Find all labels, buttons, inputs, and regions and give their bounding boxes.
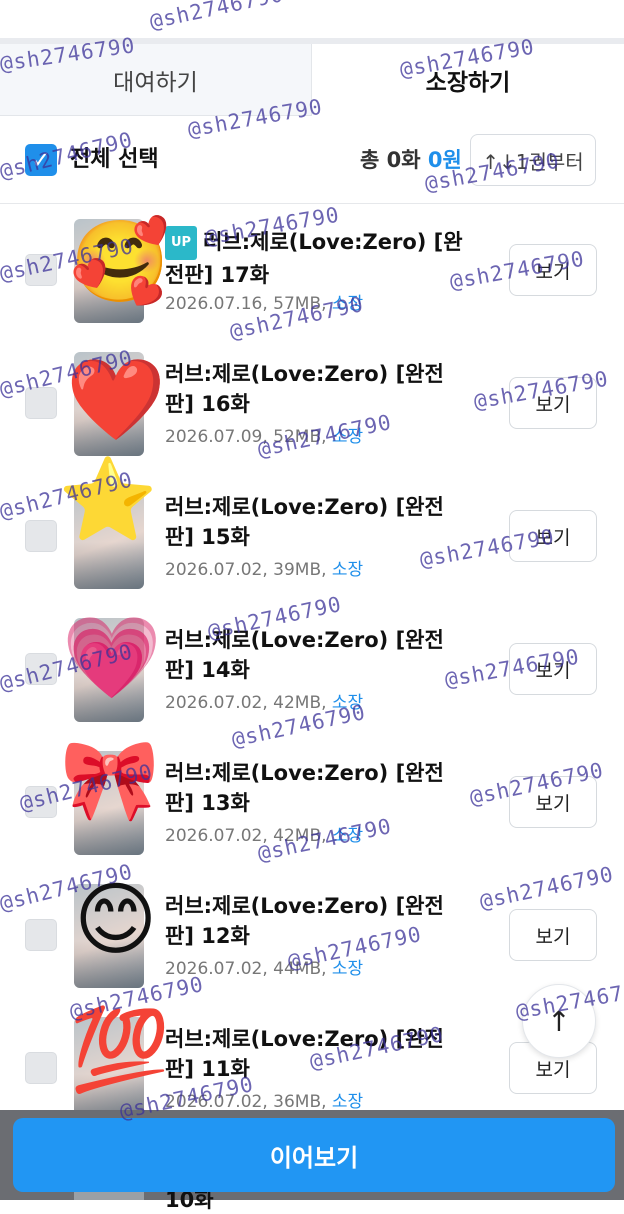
episode-meta: 2026.07.02, 42MB, 소장 — [165, 824, 363, 848]
episode-status: 소장 — [331, 959, 364, 979]
episode-title[interactable]: 러브:제로(Love:Zero) [완전판] 14화 — [165, 625, 465, 685]
tab-bar: 대여하기 소장하기 — [0, 44, 624, 116]
episode-title-text: 러브:제로(Love:Zero) [완전판] 16화 — [165, 362, 444, 416]
view-button[interactable]: 보기 — [509, 909, 597, 961]
episode-checkbox[interactable] — [25, 786, 57, 818]
episode-checkbox[interactable] — [25, 653, 57, 685]
episode-title[interactable]: UP 러브:제로(Love:Zero) [완전판] 17화 — [165, 226, 465, 290]
episode-title-text: 러브:제로(Love:Zero) [완전판] 11화 — [165, 1027, 444, 1081]
top-strip — [0, 0, 624, 40]
episode-title[interactable]: 러브:제로(Love:Zero) [완전판] 13화 — [165, 758, 465, 818]
episode-title-text: 러브:제로(Love:Zero) [완전판] 12화 — [165, 894, 444, 948]
episode-status: 소장 — [331, 560, 364, 580]
episode-date-size: 2026.07.02, 39MB, — [165, 560, 332, 580]
total-summary: 총 0화 0원 — [360, 144, 462, 176]
arrow-up-icon: ↑ — [547, 1004, 571, 1038]
episode-meta: 2026.07.02, 42MB, 소장 — [165, 691, 363, 715]
episode-date-size: 2026.07.02, 42MB, — [165, 693, 332, 713]
total-count: 총 0화 — [360, 148, 421, 172]
episode-title-text: 러브:제로(Love:Zero) [완전판] 15화 — [165, 495, 444, 549]
view-button[interactable]: 보기 — [509, 643, 597, 695]
total-amount: 0원 — [427, 148, 462, 172]
sticker-emoji-icon: 💯 — [70, 1003, 170, 1096]
episode-meta: 2026.07.02, 39MB, 소장 — [165, 558, 363, 582]
episode-checkbox[interactable] — [25, 387, 57, 419]
episode-date-size: 2026.07.02, 36MB, — [165, 1092, 332, 1112]
sticker-emoji-icon: ❤️ — [66, 353, 166, 446]
view-button[interactable]: 보기 — [509, 377, 597, 429]
episode-checkbox[interactable] — [25, 254, 57, 286]
view-button[interactable]: 보기 — [509, 510, 597, 562]
sticker-emoji-icon: 🥰 — [70, 215, 170, 308]
episode-title[interactable]: 러브:제로(Love:Zero) [완전판] 15화 — [165, 492, 465, 552]
select-bar: ✓ 전체 선택 총 0화 0원 ↑↓1권부터 — [0, 130, 624, 190]
sticker-emoji-icon: 💗 — [62, 611, 162, 704]
episode-title[interactable]: 러브:제로(Love:Zero) [완전판] 12화 — [165, 891, 465, 951]
episode-meta: 2026.07.16, 57MB, 소장 — [165, 292, 363, 316]
continue-reading-button[interactable]: 이어보기 — [13, 1118, 615, 1192]
episode-status: 소장 — [331, 1092, 364, 1112]
episode-title-text: 러브:제로(Love:Zero) [완전판] 14화 — [165, 628, 444, 682]
view-button[interactable]: 보기 — [509, 244, 597, 296]
episode-meta: 2026.07.09, 52MB, 소장 — [165, 425, 363, 449]
sticker-emoji-icon: ⭐ — [58, 453, 158, 546]
episode-title[interactable]: 러브:제로(Love:Zero) [완전판] 16화 — [165, 359, 465, 419]
episode-checkbox[interactable] — [25, 1052, 57, 1084]
tab-own[interactable]: 소장하기 — [312, 44, 624, 116]
tab-rent[interactable]: 대여하기 — [0, 44, 312, 116]
episode-status: 소장 — [331, 693, 364, 713]
select-all-label[interactable]: 전체 선택 — [70, 144, 159, 176]
sticker-emoji-icon: 🎀 — [60, 733, 160, 826]
check-icon: ✓ — [30, 146, 52, 174]
view-button[interactable]: 보기 — [509, 776, 597, 828]
episode-status: 소장 — [331, 826, 364, 846]
episode-date-size: 2026.07.09, 52MB, — [165, 427, 332, 447]
episode-date-size: 2026.07.02, 44MB, — [165, 959, 332, 979]
episode-title[interactable]: 러브:제로(Love:Zero) [완전판] 11화 — [165, 1024, 465, 1084]
episode-status: 소장 — [331, 427, 364, 447]
episode-date-size: 2026.07.02, 42MB, — [165, 826, 332, 846]
episode-title-text: 러브:제로(Love:Zero) [완전판] 13화 — [165, 761, 444, 815]
sort-button[interactable]: ↑↓1권부터 — [470, 134, 596, 186]
scroll-top-button[interactable]: ↑ — [522, 984, 596, 1058]
episode-checkbox[interactable] — [25, 520, 57, 552]
episode-checkbox[interactable] — [25, 919, 57, 951]
select-all-checkbox[interactable]: ✓ — [25, 144, 57, 176]
thumbnail-shade — [74, 542, 144, 589]
episode-date-size: 2026.07.16, 57MB, — [165, 294, 332, 314]
episode-meta: 2026.07.02, 44MB, 소장 — [165, 957, 363, 981]
sticker-emoji-icon: 😊 — [74, 873, 158, 966]
episode-status: 소장 — [331, 294, 364, 314]
episode-title-text: 러브:제로(Love:Zero) [완전판] 17화 — [165, 230, 463, 287]
